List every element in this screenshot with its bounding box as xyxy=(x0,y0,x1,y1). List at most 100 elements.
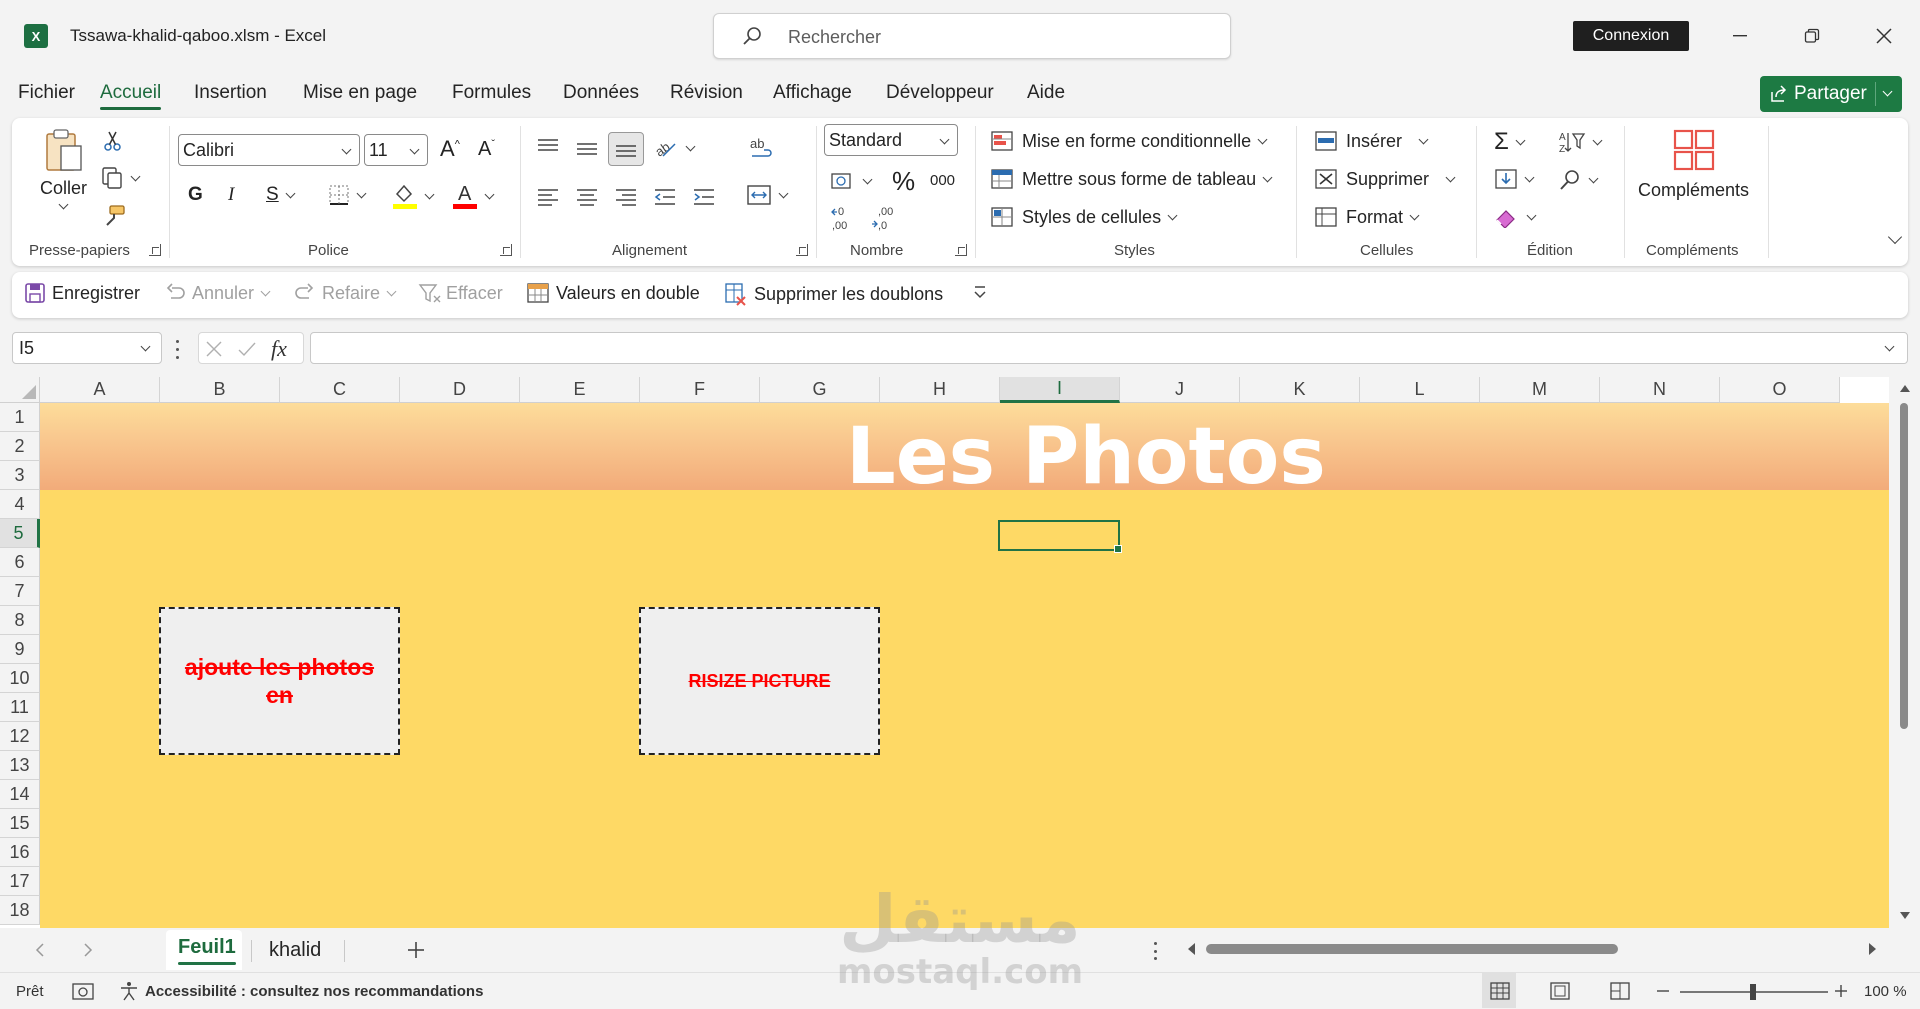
fill-color-button[interactable] xyxy=(392,182,435,210)
fill-button[interactable] xyxy=(1494,168,1535,190)
autosum-dropdown-icon[interactable] xyxy=(1515,135,1526,145)
scroll-right-icon[interactable] xyxy=(1868,942,1878,956)
redo-button[interactable]: Refaire xyxy=(294,282,397,304)
paste-button[interactable]: Coller xyxy=(40,128,87,210)
scroll-left-icon[interactable] xyxy=(1186,942,1196,956)
percent-button[interactable]: % xyxy=(892,166,915,197)
row-header-8[interactable]: 8 xyxy=(0,606,40,635)
collapse-ribbon-icon[interactable] xyxy=(1887,229,1903,245)
column-header-h[interactable]: H xyxy=(880,377,1000,403)
signin-button[interactable]: Connexion xyxy=(1573,21,1689,51)
sheet-tab-khalid[interactable]: khalid xyxy=(269,939,321,962)
tab-fichier[interactable]: Fichier xyxy=(18,82,75,104)
row-header-11[interactable]: 11 xyxy=(0,693,40,722)
save-button[interactable]: Enregistrer xyxy=(24,282,140,304)
format-painter-button[interactable] xyxy=(102,204,126,228)
column-header-d[interactable]: D xyxy=(400,377,520,403)
zoom-slider[interactable] xyxy=(1680,984,1828,1000)
row-header-12[interactable]: 12 xyxy=(0,722,40,751)
cut-button[interactable] xyxy=(102,130,124,152)
clear-filter-button[interactable]: Effacer xyxy=(418,282,503,304)
tab-affichage[interactable]: Affichage xyxy=(773,82,852,104)
column-header-b[interactable]: B xyxy=(160,377,280,403)
restore-icon[interactable] xyxy=(1798,22,1826,50)
align-bottom-button[interactable] xyxy=(608,132,644,166)
redo-dropdown-icon[interactable] xyxy=(386,286,397,296)
fill-color-dropdown-icon[interactable] xyxy=(424,189,435,199)
row-header-13[interactable]: 13 xyxy=(0,751,40,780)
sort-filter-button[interactable]: AZ xyxy=(1558,130,1603,154)
duplicate-values-button[interactable]: Valeurs en double xyxy=(526,282,700,304)
column-header-n[interactable]: N xyxy=(1600,377,1720,403)
autosum-button[interactable]: Σ xyxy=(1494,128,1526,156)
row-header-10[interactable]: 10 xyxy=(0,664,40,693)
addins-button[interactable]: Compléments xyxy=(1638,128,1749,201)
align-left-button[interactable] xyxy=(536,188,560,206)
insert-cells-button[interactable]: Insérer xyxy=(1314,130,1429,152)
formula-input[interactable] xyxy=(310,332,1908,364)
insert-function-button[interactable]: fx xyxy=(271,336,287,362)
close-icon[interactable] xyxy=(1870,22,1898,50)
alignment-launcher-icon[interactable] xyxy=(796,244,808,256)
sort-filter-dropdown-icon[interactable] xyxy=(1592,135,1603,145)
tab-formules[interactable]: Formules xyxy=(452,82,531,104)
tab-mise-en-page[interactable]: Mise en page xyxy=(303,82,417,104)
name-box[interactable]: I5 xyxy=(12,332,162,364)
tab-insertion[interactable]: Insertion xyxy=(194,82,267,104)
conditional-formatting-button[interactable]: Mise en forme conditionnelle xyxy=(990,130,1268,152)
font-color-dropdown-icon[interactable] xyxy=(484,189,495,199)
column-header-i[interactable]: I xyxy=(1000,377,1120,403)
formula-bar-splitter[interactable] xyxy=(174,337,180,361)
next-sheet-icon[interactable] xyxy=(82,942,94,958)
row-header-6[interactable]: 6 xyxy=(0,548,40,577)
column-header-a[interactable]: A xyxy=(40,377,160,403)
share-button[interactable]: Partager xyxy=(1760,76,1902,112)
fill-dropdown-icon[interactable] xyxy=(1524,172,1535,182)
number-launcher-icon[interactable] xyxy=(955,244,967,256)
tab-bar-splitter[interactable] xyxy=(1154,942,1158,960)
cell-styles-button[interactable]: Styles de cellules xyxy=(990,206,1178,228)
zoom-in-icon[interactable] xyxy=(1834,984,1848,998)
undo-button[interactable]: Annuler xyxy=(164,282,271,304)
zoom-level[interactable]: 100 % xyxy=(1864,983,1907,1000)
font-size-select[interactable]: 11 xyxy=(364,134,428,166)
increase-indent-button[interactable] xyxy=(692,188,716,206)
tab-aide[interactable]: Aide xyxy=(1027,82,1065,104)
column-header-k[interactable]: K xyxy=(1240,377,1360,403)
row-header-5[interactable]: 5 xyxy=(0,519,40,548)
align-right-button[interactable] xyxy=(614,188,638,206)
column-header-c[interactable]: C xyxy=(280,377,400,403)
select-all-corner[interactable] xyxy=(0,377,40,403)
increase-decimal-button[interactable]: 0,00 xyxy=(830,204,858,232)
add-sheet-icon[interactable] xyxy=(406,940,426,960)
undo-dropdown-icon[interactable] xyxy=(260,286,271,296)
page-break-view-icon[interactable] xyxy=(1610,982,1630,1000)
underline-button[interactable]: S xyxy=(266,184,296,206)
row-header-4[interactable]: 4 xyxy=(0,490,40,519)
tab-accueil[interactable]: Accueil xyxy=(100,82,162,110)
row-header-9[interactable]: 9 xyxy=(0,635,40,664)
font-color-button[interactable]: A xyxy=(452,182,495,210)
horizontal-scrollbar[interactable] xyxy=(1182,940,1882,958)
clear-button[interactable] xyxy=(1494,206,1537,228)
merge-center-button[interactable] xyxy=(746,184,789,206)
add-photos-button[interactable]: ajoute les photos en xyxy=(159,607,400,755)
font-launcher-icon[interactable] xyxy=(500,244,512,256)
row-header-15[interactable]: 15 xyxy=(0,809,40,838)
scroll-down-icon[interactable] xyxy=(1899,911,1911,921)
column-header-g[interactable]: G xyxy=(760,377,880,403)
paste-dropdown-icon[interactable] xyxy=(58,199,69,210)
delete-cells-button[interactable]: Supprimer xyxy=(1314,168,1456,190)
decrease-decimal-button[interactable]: ,00,0 xyxy=(870,204,898,232)
vertical-scroll-thumb[interactable] xyxy=(1900,403,1908,729)
currency-button[interactable] xyxy=(830,170,873,192)
active-cell-selection[interactable] xyxy=(998,520,1122,553)
horizontal-scroll-thumb[interactable] xyxy=(1206,944,1618,954)
align-top-button[interactable] xyxy=(536,138,560,156)
font-name-select[interactable]: Calibri xyxy=(178,134,360,166)
grow-font-button[interactable]: A^ xyxy=(440,136,460,162)
prev-sheet-icon[interactable] xyxy=(34,942,46,958)
borders-dropdown-icon[interactable] xyxy=(356,188,367,198)
cancel-entry-icon[interactable] xyxy=(205,340,223,358)
sheet-tab-feuil1[interactable]: Feuil1 xyxy=(178,936,236,965)
